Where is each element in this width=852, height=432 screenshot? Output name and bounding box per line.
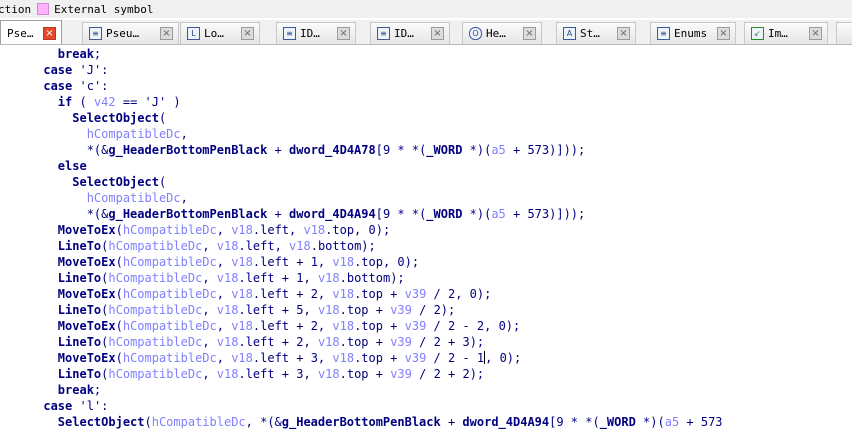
ida-view-icon: ≡ bbox=[377, 27, 390, 40]
code-line: case 'J': bbox=[43, 63, 109, 77]
code-line: hCompatibleDc, bbox=[86, 127, 188, 141]
code-line: MoveToEx(hCompatibleDc, v18.left + 2, v1… bbox=[57, 319, 521, 333]
close-icon[interactable]: × bbox=[717, 27, 730, 40]
tab-bar: Pse… × ≡ Pseu… × L Lo… × ≡ ID… × ≡ ID… ×… bbox=[0, 20, 852, 45]
close-icon[interactable]: × bbox=[523, 27, 536, 40]
code-line: *(&g_HeaderBottomPenBlack + dword_4D4A78… bbox=[0, 143, 586, 157]
code-line: LineTo(hCompatibleDc, v18.left + 2, v18.… bbox=[57, 335, 485, 349]
code-line: if ( v42 == 'J' ) bbox=[57, 95, 181, 109]
hex-view-icon: O bbox=[469, 27, 482, 40]
pseudocode-icon: ≡ bbox=[89, 27, 102, 40]
close-icon[interactable]: × bbox=[337, 27, 350, 40]
external-symbol-swatch bbox=[37, 3, 50, 15]
tab-label: Im… bbox=[768, 27, 788, 40]
code-line: SelectObject( bbox=[72, 111, 167, 125]
legend-item-external-symbol: External symbol bbox=[54, 2, 154, 16]
code-line: else bbox=[57, 159, 87, 173]
code-line: LineTo(hCompatibleDc, v18.left + 1, v18.… bbox=[57, 271, 405, 285]
code-line: hCompatibleDc, bbox=[86, 191, 188, 205]
code-line: MoveToEx(hCompatibleDc, v18.left + 2, v1… bbox=[57, 287, 492, 301]
code-line: LineTo(hCompatibleDc, v18.left, v18.bott… bbox=[57, 239, 376, 253]
code-line: MoveToEx(hCompatibleDc, v18.left, v18.to… bbox=[57, 223, 391, 237]
close-icon[interactable]: × bbox=[241, 27, 254, 40]
tab-pseudocode-active[interactable]: Pse… × bbox=[0, 20, 62, 44]
close-icon[interactable]: × bbox=[431, 27, 444, 40]
legend-bar: ction External symbol bbox=[0, 0, 852, 18]
ida-view-icon: ≡ bbox=[283, 27, 296, 40]
code-line: case 'l': bbox=[43, 399, 109, 413]
tab-pseudocode[interactable]: ≡ Pseu… × bbox=[82, 22, 179, 44]
tab-label: He… bbox=[486, 27, 506, 40]
tab-label: Pseu… bbox=[106, 27, 140, 40]
tab-label: St… bbox=[580, 27, 600, 40]
pseudocode-editor[interactable]: break; case 'J': case 'c': if ( v42 == '… bbox=[0, 46, 852, 432]
tab-enums[interactable]: ≡ Enums × bbox=[650, 22, 736, 44]
code-line: break; bbox=[57, 47, 102, 61]
code-line: break; bbox=[57, 383, 102, 397]
tab-label: ID… bbox=[394, 27, 414, 40]
close-icon[interactable]: × bbox=[809, 27, 822, 40]
close-icon[interactable]: × bbox=[160, 27, 173, 40]
tab-imports[interactable]: ↙ Im… × bbox=[744, 22, 828, 44]
close-icon[interactable]: × bbox=[43, 26, 56, 40]
tab-ida-view-2[interactable]: ≡ ID… × bbox=[370, 22, 450, 44]
code-line: LineTo(hCompatibleDc, v18.left + 5, v18.… bbox=[57, 303, 456, 317]
structures-icon: A bbox=[563, 27, 576, 40]
enums-icon: ≡ bbox=[657, 27, 670, 40]
legend-item-partial: ction bbox=[0, 2, 32, 16]
tab-overflow[interactable] bbox=[836, 22, 852, 44]
code-line: MoveToEx(hCompatibleDc, v18.left + 1, v1… bbox=[57, 255, 420, 269]
tab-label: ID… bbox=[300, 27, 320, 40]
tab-locals[interactable]: L Lo… × bbox=[180, 22, 260, 44]
close-icon[interactable]: × bbox=[617, 27, 630, 40]
tab-label: Enums bbox=[674, 27, 708, 40]
text-cursor bbox=[484, 351, 486, 364]
tab-structures[interactable]: A St… × bbox=[556, 22, 636, 44]
code-line: *(&g_HeaderBottomPenBlack + dword_4D4A94… bbox=[0, 207, 586, 221]
code-line: MoveToEx(hCompatibleDc, v18.left + 3, v1… bbox=[57, 351, 522, 365]
tab-ida-view-1[interactable]: ≡ ID… × bbox=[276, 22, 356, 44]
locals-icon: L bbox=[187, 27, 200, 40]
tab-label: Lo… bbox=[204, 27, 224, 40]
imports-icon: ↙ bbox=[751, 27, 764, 40]
tab-label: Pse… bbox=[7, 26, 34, 40]
code-line: LineTo(hCompatibleDc, v18.left + 3, v18.… bbox=[57, 367, 485, 381]
code-line: case 'c': bbox=[43, 79, 109, 93]
code-line: SelectObject(hCompatibleDc, *(&g_HeaderB… bbox=[57, 415, 723, 429]
code-line: SelectObject( bbox=[72, 175, 167, 189]
tab-hex-view[interactable]: O He… × bbox=[462, 22, 542, 44]
